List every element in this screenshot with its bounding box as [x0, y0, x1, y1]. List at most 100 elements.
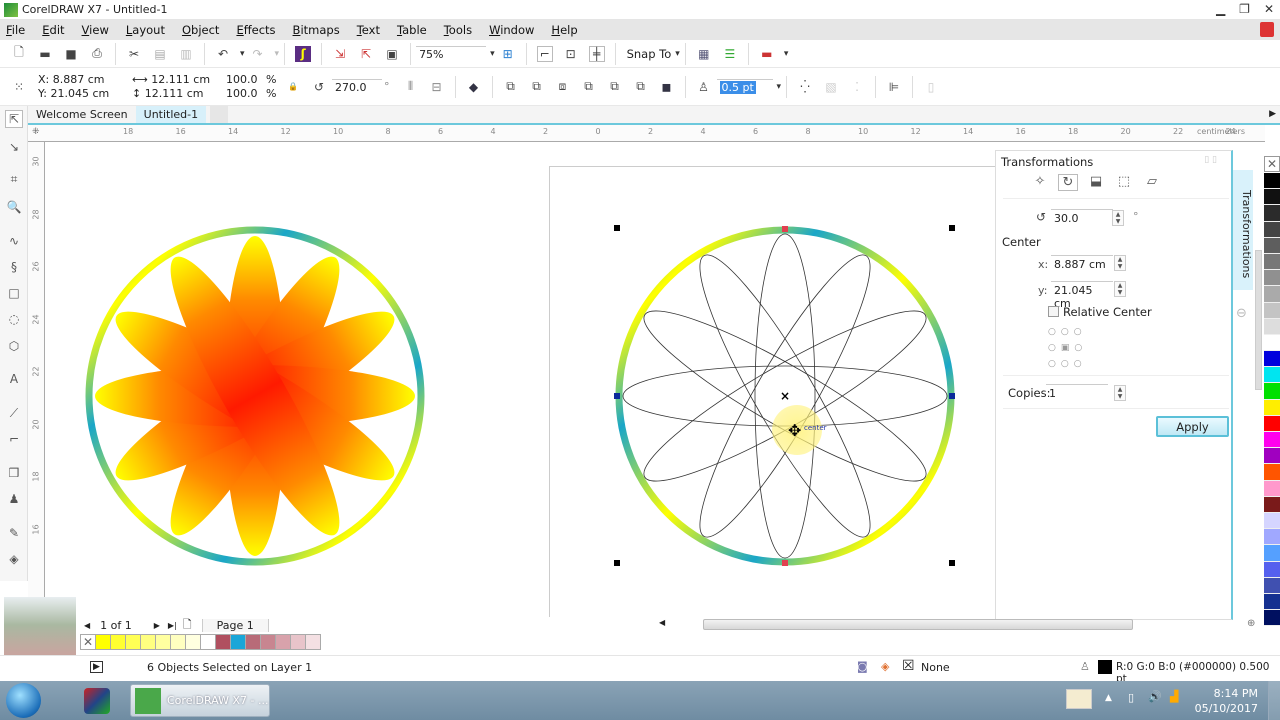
docker-pin-icon[interactable]: ▯ ▯ — [1204, 155, 1217, 165]
scroll-tabs-right-icon[interactable]: ▶ — [1269, 109, 1276, 119]
center-x-field[interactable]: 8.887 cm — [1051, 255, 1113, 273]
account-alert-icon[interactable] — [1260, 22, 1274, 37]
anchor-point-grid[interactable]: ○○○ ○▣○ ○○○ — [1048, 324, 1096, 372]
previous-page-icon[interactable]: ◀ — [84, 621, 90, 630]
close-icon[interactable]: ✕ — [1264, 2, 1274, 16]
skew-icon[interactable]: ▱ — [1142, 174, 1162, 191]
palette-swatch[interactable] — [1264, 351, 1280, 368]
add-page-icon[interactable]: 🗋 — [183, 616, 192, 635]
selection-handle[interactable] — [949, 560, 955, 566]
volume-icon[interactable]: 🔊 — [1148, 690, 1162, 703]
rotation-center-marker[interactable]: × — [780, 389, 790, 403]
minimize-icon[interactable]: ▁ — [1216, 2, 1225, 16]
copies-spinner[interactable]: ▲ ▼ — [1114, 385, 1126, 401]
next-page-icon[interactable]: ▶ — [154, 621, 160, 630]
battery-icon[interactable]: ▯ — [1128, 691, 1134, 704]
angle-spinner[interactable]: ▲ ▼ — [1112, 210, 1124, 226]
relative-center-checkbox[interactable] — [1048, 306, 1059, 317]
system-clock[interactable]: 8:14 PM 05/10/2017 — [1195, 686, 1258, 716]
navigator-icon[interactable]: ⊕ — [1247, 618, 1255, 629]
palette-swatch[interactable] — [1264, 302, 1280, 319]
no-color-swatch[interactable]: ✕ — [1264, 156, 1280, 172]
document-palette-swatch[interactable] — [185, 634, 201, 650]
scroll-left-icon[interactable]: ◀ — [659, 618, 665, 627]
selection-handle[interactable] — [614, 560, 620, 566]
document-palette-swatch[interactable] — [95, 634, 111, 650]
docker-tab-transformations[interactable]: Transformations — [1233, 170, 1253, 290]
palette-swatch[interactable] — [1264, 415, 1280, 432]
outline-color-swatch[interactable] — [1098, 660, 1112, 674]
document-palette-swatch[interactable] — [170, 634, 186, 650]
palette-swatch[interactable] — [1264, 237, 1280, 254]
fill-bucket-icon[interactable]: ◈ — [881, 660, 889, 673]
document-palette-swatch[interactable] — [275, 634, 291, 650]
palette-swatch[interactable] — [1264, 610, 1280, 627]
palette-swatch[interactable] — [1264, 221, 1280, 238]
rotate-icon[interactable]: ↻ — [1058, 174, 1078, 191]
palette-swatch[interactable] — [1264, 448, 1280, 465]
palette-swatch[interactable] — [1264, 480, 1280, 497]
palette-swatch[interactable] — [1264, 399, 1280, 416]
network-icon[interactable]: ▟ — [1170, 690, 1178, 703]
selection-handle[interactable] — [949, 393, 955, 399]
docker-scrollbar[interactable] — [1255, 250, 1262, 390]
center-y-spinner[interactable]: ▲ ▼ — [1114, 281, 1126, 297]
palette-swatch[interactable] — [1264, 253, 1280, 271]
palette-swatch[interactable] — [1264, 512, 1280, 530]
selection-handle[interactable] — [614, 393, 620, 399]
document-palette-swatch[interactable] — [305, 634, 321, 650]
selection-handle[interactable] — [614, 225, 620, 231]
document-palette-swatch[interactable] — [260, 634, 276, 650]
page-tab[interactable]: Page 1 — [201, 618, 269, 632]
palette-swatch[interactable] — [1264, 270, 1280, 287]
selection-handle[interactable] — [949, 225, 955, 231]
document-palette-swatch[interactable] — [230, 634, 246, 650]
palette-swatch[interactable] — [1264, 205, 1280, 222]
size-icon[interactable]: ⬚ — [1114, 174, 1134, 191]
palette-swatch[interactable] — [1264, 432, 1280, 449]
restore-icon[interactable]: ❐ — [1239, 2, 1250, 16]
scale-mirror-icon[interactable]: ⬓ — [1086, 174, 1106, 191]
palette-swatch[interactable] — [1264, 189, 1280, 206]
outline-pen-status-icon[interactable]: ♙ — [1080, 660, 1090, 673]
horizontal-scrollbar[interactable] — [703, 619, 1133, 630]
taskbar-coreldraw-button[interactable]: CorelDRAW X7 - ... — [130, 684, 270, 717]
selection-handle[interactable] — [782, 226, 788, 232]
start-button[interactable] — [6, 683, 41, 718]
palette-swatch[interactable] — [1264, 318, 1280, 335]
center-x-spinner[interactable]: ▲ ▼ — [1114, 255, 1126, 271]
center-y-field[interactable]: 21.045 cm — [1051, 281, 1113, 310]
document-palette-swatch[interactable] — [290, 634, 306, 650]
winrar-icon[interactable] — [84, 688, 110, 714]
document-palette-swatch[interactable] — [245, 634, 261, 650]
palette-swatch[interactable] — [1264, 496, 1280, 513]
angle-field[interactable]: 30.0 — [1051, 209, 1113, 227]
drawing-layer[interactable]: × ✥ center — [0, 0, 1000, 620]
palette-swatch[interactable] — [1264, 545, 1280, 562]
palette-swatch[interactable] — [1264, 367, 1280, 384]
palette-swatch[interactable] — [1264, 593, 1280, 611]
palette-swatch[interactable] — [1264, 464, 1280, 481]
no-color-swatch[interactable]: ✕ — [80, 634, 96, 650]
selection-handle[interactable] — [782, 560, 788, 566]
pen-input-icon[interactable] — [1066, 689, 1092, 709]
palette-swatch[interactable] — [1264, 173, 1280, 190]
last-page-icon[interactable]: ▶| — [168, 621, 177, 630]
palette-swatch[interactable] — [1264, 334, 1280, 352]
palette-swatch[interactable] — [1264, 383, 1280, 400]
document-palette-swatch[interactable] — [110, 634, 126, 650]
document-palette-swatch[interactable] — [140, 634, 156, 650]
document-palette-swatch[interactable] — [215, 634, 231, 650]
document-palette-swatch[interactable] — [125, 634, 141, 650]
palette-swatch[interactable] — [1264, 529, 1280, 546]
no-fill-icon[interactable]: ☒ — [902, 658, 915, 674]
flower-artwork[interactable] — [95, 236, 415, 556]
palette-swatch[interactable] — [1264, 561, 1280, 578]
document-palette-swatch[interactable] — [155, 634, 171, 650]
show-hidden-icons[interactable]: ▲ — [1105, 693, 1112, 703]
apply-button[interactable]: Apply — [1156, 416, 1229, 437]
position-icon[interactable]: ✧ — [1030, 174, 1050, 191]
palette-swatch[interactable] — [1264, 577, 1280, 594]
copies-field[interactable]: 1 — [1046, 384, 1108, 402]
status-expand-icon[interactable]: ▶ — [90, 661, 103, 673]
